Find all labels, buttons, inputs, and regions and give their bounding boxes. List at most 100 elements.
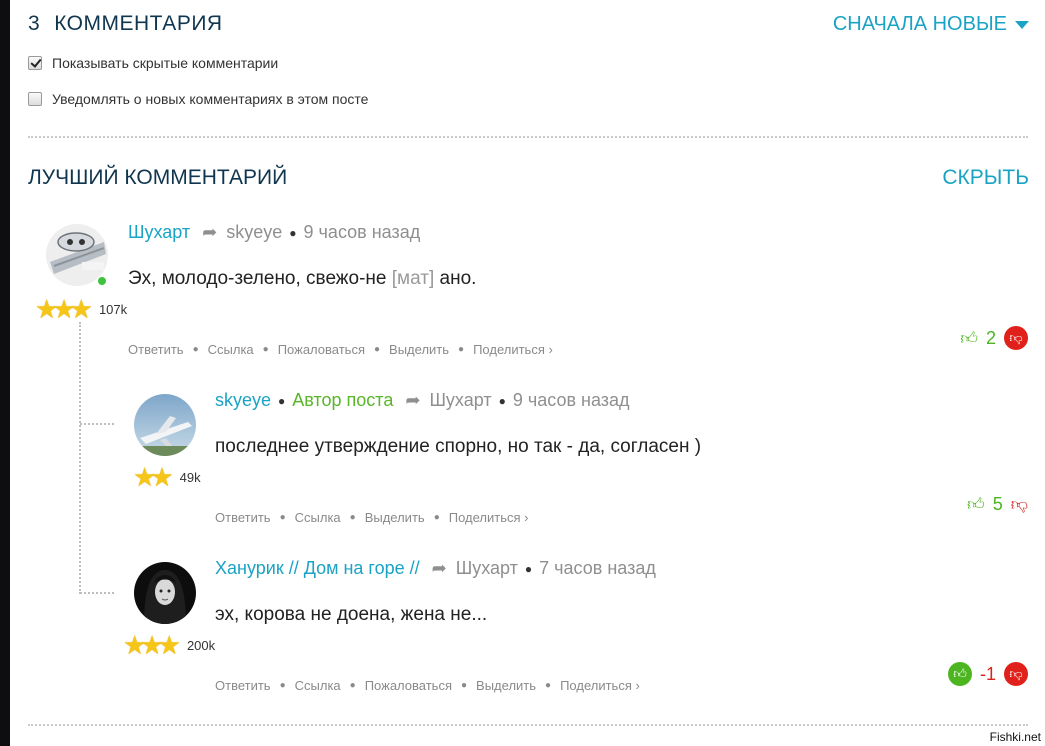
- permalink-link[interactable]: Ссылка: [295, 678, 341, 693]
- bullet: ●: [349, 680, 356, 691]
- user-rank: ★ ★ ★ 200k: [123, 632, 215, 658]
- left-edge-bar: [0, 0, 10, 746]
- comment-meta: skyeye ● Автор поста ➦ Шухарт ● 9 часов …: [215, 390, 630, 411]
- reply-to-user[interactable]: Шухарт: [429, 390, 491, 411]
- thread-line: [79, 322, 81, 594]
- caret-down-icon: [1015, 20, 1029, 29]
- reply-to-user[interactable]: skyeye: [226, 222, 282, 243]
- comment-time[interactable]: 9 часов назад: [513, 390, 630, 411]
- comment-actions: Ответить ● Ссылка ● Пожаловаться ● Выделить…: [215, 678, 640, 693]
- post-author-badge: Автор поста: [292, 390, 394, 410]
- comment-actions: Ответить ● Ссылка ● Выделить ● Поделиться ›: [215, 510, 528, 525]
- share-link[interactable]: Поделиться ›: [449, 510, 529, 525]
- thumbs-down-icon[interactable]: 👎︎: [1011, 494, 1028, 515]
- report-link[interactable]: Пожаловаться: [278, 342, 365, 357]
- reply-link[interactable]: Ответить: [128, 342, 184, 357]
- report-link[interactable]: Пожаловаться: [365, 678, 452, 693]
- vote-controls: 👍︎ -1 👎︎: [947, 662, 1028, 686]
- share-arrow-icon: ➦: [431, 558, 447, 578]
- comment-author[interactable]: Шухарт: [128, 222, 190, 243]
- comments-title: КОММЕНТАРИЯ: [54, 12, 223, 35]
- bullet: ●: [524, 561, 533, 576]
- comments-count: 3: [28, 12, 41, 35]
- highlight-link[interactable]: Выделить: [476, 678, 536, 693]
- vote-controls: 👍︎ 2 👎︎: [960, 326, 1028, 350]
- watermark: Fishki.net: [989, 730, 1041, 744]
- comment-avatar[interactable]: [134, 394, 196, 461]
- highlight-link[interactable]: Выделить: [389, 342, 449, 357]
- reply-to-user[interactable]: Шухарт: [456, 558, 518, 579]
- reply-link[interactable]: Ответить: [215, 678, 271, 693]
- comment-text: эх, корова не доена, жена не...: [215, 604, 488, 625]
- bullet: ●: [545, 680, 552, 691]
- sort-label: СНАЧАЛА НОВЫЕ: [832, 13, 1007, 35]
- option-show-hidden[interactable]: Показывать скрытые комментарии: [28, 55, 278, 71]
- share-arrow-icon: ➦: [405, 390, 421, 410]
- bullet: ●: [433, 512, 440, 523]
- thread-branch: [80, 423, 114, 425]
- star-icon: ★: [69, 294, 93, 324]
- reply-link[interactable]: Ответить: [215, 510, 271, 525]
- user-rank: ★ ★ ★ 107k: [35, 296, 127, 322]
- thumbs-down-icon[interactable]: 👎︎: [1004, 662, 1028, 686]
- online-indicator: [98, 277, 106, 285]
- comment-meta: Ханурик // Дом на горе // ➦ Шухарт ● 7 ч…: [215, 558, 656, 579]
- divider: [28, 724, 1028, 726]
- option-label: Уведомлять о новых комментариях в этом п…: [52, 91, 369, 107]
- notify-checkbox[interactable]: [28, 92, 42, 106]
- vote-score: 2: [985, 327, 996, 348]
- thumbs-up-icon[interactable]: 👍︎: [947, 662, 972, 686]
- star-icon: ★: [157, 630, 181, 660]
- user-rank: ★ ★ 49k: [133, 464, 201, 490]
- bullet: ●: [278, 393, 286, 408]
- comment-text-part: Эх, молодо-зелено, свежо-не: [128, 268, 392, 289]
- star-icon: ★: [150, 462, 174, 492]
- bullet: ●: [349, 512, 356, 523]
- comment-text: последнее утверждение спорно, но так - д…: [215, 436, 702, 457]
- comment-text: Эх, молодо-зелено, свежо-не [мат] ано.: [128, 268, 476, 290]
- vote-score: -1: [979, 663, 996, 684]
- bullet: ●: [262, 344, 269, 355]
- permalink-link[interactable]: Ссылка: [295, 510, 341, 525]
- avatar: [46, 224, 108, 286]
- option-label: Показывать скрытые комментарии: [52, 55, 279, 71]
- sort-dropdown[interactable]: СНАЧАЛА НОВЫЕ: [833, 13, 1029, 36]
- vote-score: 5: [992, 494, 1003, 514]
- comment-text-part: ано.: [434, 268, 477, 289]
- show-hidden-checkbox[interactable]: [28, 56, 42, 70]
- comment-avatar[interactable]: [134, 562, 196, 629]
- user-rating: 200k: [186, 637, 216, 653]
- thumbs-up-icon[interactable]: 👍︎: [960, 328, 978, 349]
- avatar: [134, 394, 196, 456]
- comment-meta: Шухарт ➦ skyeye ● 9 часов назад: [128, 222, 420, 243]
- share-arrow-icon: ➦: [202, 222, 218, 242]
- bullet: ●: [461, 680, 468, 691]
- comment-author[interactable]: Ханурик // Дом на горе //: [215, 558, 420, 579]
- comment-time[interactable]: 7 часов назад: [539, 558, 656, 579]
- bullet: ●: [279, 680, 286, 691]
- best-comment-heading: ЛУЧШИЙ КОММЕНТАРИЙ: [28, 166, 288, 189]
- bullet: ●: [374, 344, 381, 355]
- comment-author[interactable]: skyeye: [215, 390, 271, 411]
- user-rating: 107k: [98, 301, 128, 317]
- bullet: ●: [279, 512, 286, 523]
- comment-time[interactable]: 9 часов назад: [304, 222, 421, 243]
- highlight-link[interactable]: Выделить: [365, 510, 425, 525]
- avatar: [134, 562, 196, 624]
- vote-controls: 👍︎ 5 👎︎: [967, 494, 1028, 515]
- bullet: ●: [458, 344, 465, 355]
- thumbs-down-icon[interactable]: 👎︎: [1004, 326, 1028, 350]
- censored-word: [мат]: [391, 268, 435, 289]
- user-rating: 49k: [179, 469, 201, 485]
- bullet: ●: [289, 225, 297, 240]
- permalink-link[interactable]: Ссылка: [208, 342, 254, 357]
- bullet: ●: [498, 393, 506, 408]
- share-link[interactable]: Поделиться ›: [473, 342, 553, 357]
- option-notify[interactable]: Уведомлять о новых комментариях в этом п…: [28, 91, 368, 107]
- thumbs-up-icon[interactable]: 👍︎: [967, 494, 985, 515]
- comment-actions: Ответить ● Ссылка ● Пожаловаться ● Выделить…: [128, 342, 553, 357]
- hide-best-button[interactable]: СКРЫТЬ: [942, 166, 1029, 190]
- thread-branch: [80, 592, 114, 594]
- divider: [28, 136, 1028, 138]
- share-link[interactable]: Поделиться ›: [560, 678, 640, 693]
